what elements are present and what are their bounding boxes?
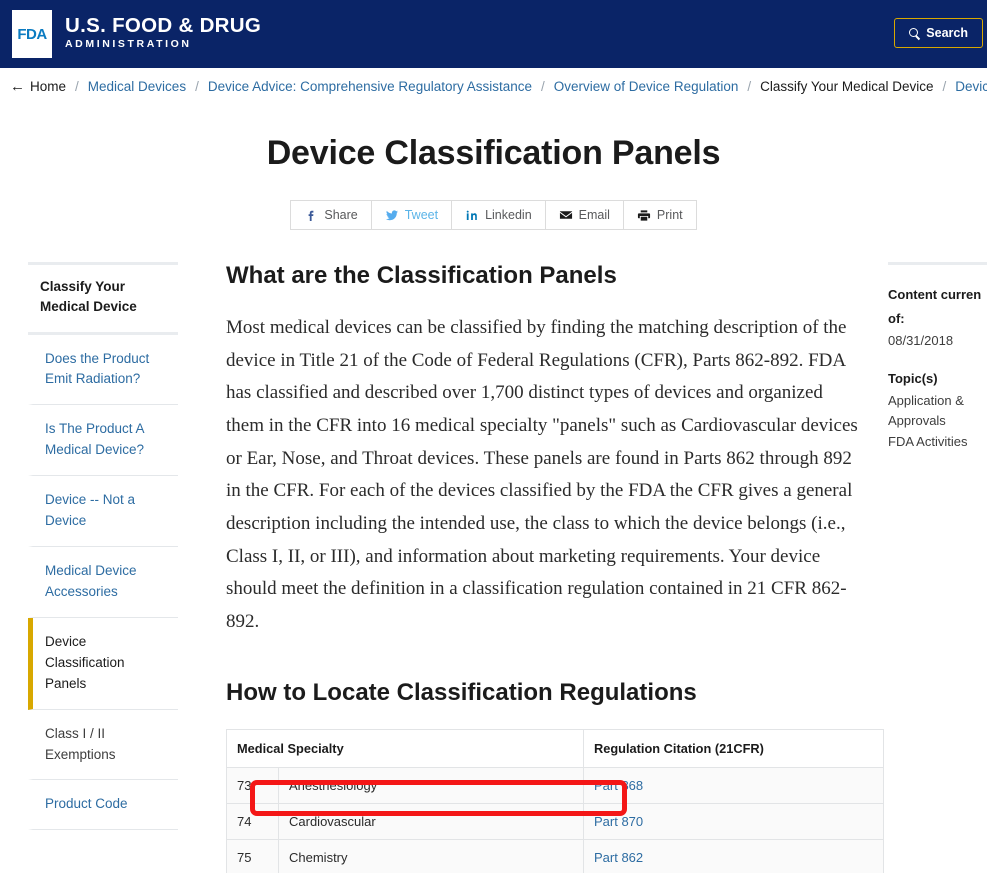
breadcrumb-item-device-advice[interactable]: Device Advice: Comprehensive Regulatory … bbox=[208, 79, 532, 94]
intro-paragraph: Most medical devices can be classified b… bbox=[226, 317, 858, 633]
printer-icon bbox=[637, 208, 651, 222]
breadcrumb-item-classify[interactable]: Classify Your Medical Device bbox=[760, 79, 933, 94]
topic-item[interactable]: Application & bbox=[888, 391, 987, 411]
cell-panel-number: 74 bbox=[226, 802, 279, 840]
section-title-how-to-locate: How to Locate Classification Regulations bbox=[226, 678, 697, 706]
org-name-primary: U.S. FOOD & DRUG bbox=[65, 13, 262, 37]
citation-link[interactable]: Part 868 bbox=[594, 778, 643, 793]
breadcrumb-separator: / bbox=[75, 79, 79, 94]
breadcrumb-home[interactable]: ← Home bbox=[10, 78, 66, 95]
twitter-icon bbox=[385, 208, 399, 222]
cell-specialty: Anesthesiology bbox=[278, 766, 584, 804]
linkedin-icon bbox=[465, 208, 479, 222]
sidebar-item-product-code[interactable]: Product Code bbox=[28, 780, 178, 831]
sidebar-item-emit-radiation[interactable]: Does the Product Emit Radiation? bbox=[28, 335, 178, 406]
fda-logo-icon: FDA bbox=[12, 10, 52, 58]
left-sidebar-nav: Classify Your Medical Device Does the Pr… bbox=[28, 262, 178, 873]
breadcrumb-item-medical-devices[interactable]: Medical Devices bbox=[88, 79, 186, 94]
site-header: FDA U.S. FOOD & DRUG ADMINISTRATION Sear… bbox=[0, 0, 987, 68]
breadcrumb-separator: / bbox=[747, 79, 752, 94]
breadcrumb-separator: / bbox=[541, 79, 545, 94]
cell-panel-number: 73 bbox=[226, 766, 279, 804]
header-actions: Search bbox=[894, 18, 987, 48]
table-header-row: Medical Specialty Regulation Citation (2… bbox=[226, 728, 884, 768]
share-bar: Share Tweet Linkedin Email Print bbox=[0, 200, 987, 230]
cell-specialty: Chemistry bbox=[278, 838, 584, 873]
share-linkedin-button[interactable]: Linkedin bbox=[451, 200, 545, 230]
cell-specialty: Cardiovascular bbox=[278, 802, 584, 840]
sidebar-item-medical-device-accessories[interactable]: Medical Device Accessories bbox=[28, 547, 178, 618]
topic-item[interactable]: FDA Activities bbox=[888, 432, 987, 452]
page-title: Device Classification Panels bbox=[266, 134, 721, 172]
cell-citation: Part 862 bbox=[583, 838, 884, 873]
breadcrumb-item-current[interactable]: Device Classifica bbox=[955, 79, 987, 94]
main-content: What are the Classification Panels Most … bbox=[178, 262, 884, 873]
share-print-label: Print bbox=[656, 208, 683, 222]
topics-label: Topic(s) bbox=[888, 371, 938, 387]
search-icon bbox=[909, 27, 920, 39]
breadcrumb-separator: / bbox=[195, 79, 199, 94]
facebook-icon bbox=[304, 208, 318, 222]
share-linkedin-label: Linkedin bbox=[485, 208, 532, 222]
share-facebook-button[interactable]: Share bbox=[290, 200, 371, 230]
cell-citation: Part 868 bbox=[583, 766, 884, 804]
section-title-what-are-panels: What are the Classification Panels bbox=[226, 262, 617, 289]
search-button[interactable]: Search bbox=[894, 18, 983, 48]
citation-link[interactable]: Part 870 bbox=[594, 814, 643, 829]
breadcrumb: ← Home / Medical Devices / Device Advice… bbox=[0, 68, 987, 106]
table-row[interactable]: 74 Cardiovascular Part 870 bbox=[226, 802, 884, 840]
cell-panel-number: 75 bbox=[226, 838, 279, 873]
envelope-icon bbox=[559, 208, 573, 222]
classification-table: Medical Specialty Regulation Citation (2… bbox=[226, 728, 884, 873]
breadcrumb-separator: / bbox=[942, 79, 947, 94]
sidebar-heading: Classify Your Medical Device bbox=[28, 265, 178, 335]
sidebar-item-device-not-a-device[interactable]: Device -- Not a Device bbox=[28, 476, 178, 548]
content-current-date: 08/31/2018 bbox=[888, 333, 954, 349]
brand-text: U.S. FOOD & DRUG ADMINISTRATION bbox=[65, 13, 262, 53]
sidebar-item-class-exemptions[interactable]: Class I / II Exemptions bbox=[28, 710, 178, 781]
sidebar-item-device-classification-panels[interactable]: Device Classification Panels bbox=[28, 617, 178, 710]
share-button-group: Share Tweet Linkedin Email Print bbox=[290, 200, 697, 230]
page-root: FDA U.S. FOOD & DRUG ADMINISTRATION Sear… bbox=[0, 0, 987, 873]
citation-link[interactable]: Part 862 bbox=[594, 850, 643, 865]
content-current-label-line2: of: bbox=[888, 311, 905, 327]
content-wrapper: Classify Your Medical Device Does the Pr… bbox=[0, 262, 987, 873]
fda-logo-text: FDA bbox=[17, 25, 47, 43]
right-sidebar-meta: Content curren of: 08/31/2018 Topic(s) A… bbox=[880, 262, 987, 873]
search-button-label: Search bbox=[926, 26, 968, 40]
content-current-block: Content curren of: 08/31/2018 bbox=[888, 283, 987, 351]
share-print-button[interactable]: Print bbox=[622, 200, 697, 230]
cell-citation: Part 870 bbox=[583, 802, 884, 840]
table-body: 73 Anesthesiology Part 868 74 Cardiovasc… bbox=[226, 766, 884, 873]
share-twitter-button[interactable]: Tweet bbox=[370, 200, 452, 230]
share-email-label: Email bbox=[578, 208, 610, 222]
fda-brand[interactable]: FDA U.S. FOOD & DRUG ADMINISTRATION bbox=[12, 10, 261, 58]
column-header-medical-specialty: Medical Specialty bbox=[226, 728, 584, 768]
topic-item[interactable]: Approvals bbox=[888, 411, 987, 431]
share-facebook-label: Share bbox=[324, 208, 358, 222]
org-name-secondary: ADMINISTRATION bbox=[65, 38, 192, 51]
breadcrumb-home-label: Home bbox=[30, 79, 67, 94]
table-row[interactable]: 73 Anesthesiology Part 868 bbox=[226, 766, 884, 804]
table-row[interactable]: 75 Chemistry Part 862 bbox=[226, 838, 884, 873]
table-head: Medical Specialty Regulation Citation (2… bbox=[226, 728, 884, 768]
share-twitter-label: Tweet bbox=[404, 208, 439, 222]
content-current-label: Content curren bbox=[888, 287, 982, 302]
back-arrow-icon: ← bbox=[10, 78, 25, 95]
breadcrumb-item-overview[interactable]: Overview of Device Regulation bbox=[554, 79, 739, 94]
share-email-button[interactable]: Email bbox=[544, 200, 623, 230]
column-header-regulation-citation: Regulation Citation (21CFR) bbox=[583, 728, 884, 768]
sidebar-item-is-medical-device[interactable]: Is The Product A Medical Device? bbox=[28, 405, 178, 477]
topics-block: Topic(s) Application & Approvals FDA Act… bbox=[888, 367, 987, 451]
rail-top-divider bbox=[888, 262, 987, 265]
